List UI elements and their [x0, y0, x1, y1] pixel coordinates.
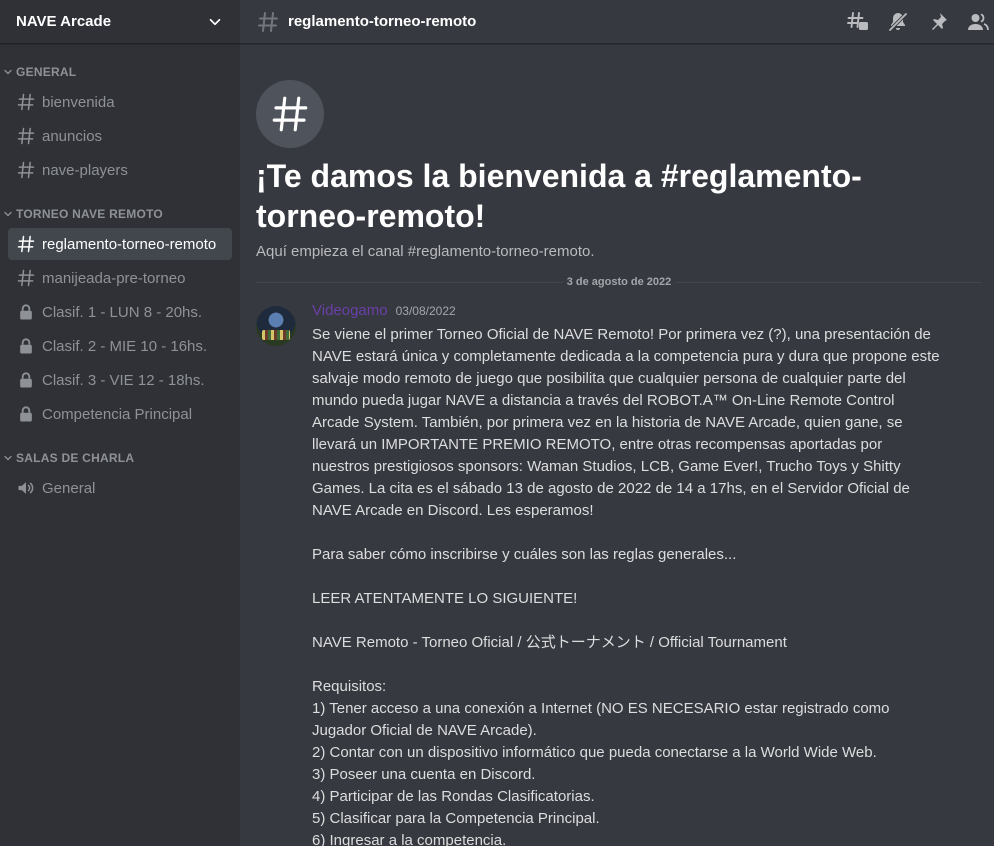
- channel-label: reglamento-torneo-remoto: [42, 235, 217, 253]
- category-label: GENERAL: [16, 65, 77, 79]
- category-label: TORNEO NAVE REMOTO: [16, 207, 164, 221]
- hash-icon: [256, 80, 324, 148]
- message-list: ¡Te damos la bienvenida a #reglamento-to…: [240, 44, 994, 846]
- channel-header: reglamento-torneo-remoto: [240, 0, 994, 44]
- hash-icon: [16, 234, 36, 254]
- category-label: SALAS DE CHARLA: [16, 451, 135, 465]
- lock-icon: [16, 336, 36, 356]
- channel-item[interactable]: Clasif. 2 - MIE 10 - 16hs.: [8, 330, 232, 362]
- channel-item[interactable]: manijeada-pre-torneo: [8, 262, 232, 294]
- message-body: Videogamo 03/08/2022 Se viene el primer …: [312, 302, 982, 846]
- hash-icon: [16, 92, 36, 112]
- channel-label: nave-players: [42, 161, 128, 179]
- channel-label: manijeada-pre-torneo: [42, 269, 186, 287]
- channel-welcome: ¡Te damos la bienvenida a #reglamento-to…: [256, 44, 982, 262]
- date-divider: 3 de agosto de 2022: [256, 274, 982, 290]
- chat-area: reglamento-torneo-remoto ¡Te damos la bi…: [240, 0, 994, 846]
- message-timestamp: 03/08/2022: [395, 304, 456, 318]
- channel-label: anuncios: [42, 127, 103, 145]
- speaker-icon: [16, 478, 36, 498]
- message-text: Se viene el primer Torneo Oficial de NAV…: [312, 326, 940, 846]
- channel-sidebar: NAVE Arcade GENERAL bienvenida anuncios nav…: [0, 0, 240, 846]
- channel-item[interactable]: bienvenida: [8, 86, 232, 118]
- welcome-title: ¡Te damos la bienvenida a #reglamento-to…: [256, 158, 862, 234]
- chevron-down-icon: [4, 455, 12, 461]
- header-toolbar: [846, 10, 990, 34]
- channel-item[interactable]: Competencia Principal: [8, 398, 232, 430]
- channel-label: Clasif. 3 - VIE 12 - 18hs.: [42, 371, 205, 389]
- channel-item[interactable]: Clasif. 1 - LUN 8 - 20hs.: [8, 296, 232, 328]
- server-name: NAVE Arcade: [16, 13, 112, 30]
- chevron-down-icon: [4, 211, 12, 217]
- lock-icon: [16, 370, 36, 390]
- message-author[interactable]: Videogamo: [312, 302, 388, 319]
- mute-icon[interactable]: [886, 10, 910, 34]
- channel-item[interactable]: Clasif. 3 - VIE 12 - 18hs.: [8, 364, 232, 396]
- channel-title: reglamento-torneo-remoto: [288, 13, 477, 30]
- channel-item[interactable]: General: [8, 472, 232, 504]
- lock-icon: [16, 302, 36, 322]
- avatar[interactable]: [256, 306, 296, 346]
- channel-item[interactable]: nave-players: [8, 154, 232, 186]
- category-gap: [0, 432, 232, 446]
- category-header[interactable]: TORNEO NAVE REMOTO: [0, 202, 232, 226]
- channel-item[interactable]: anuncios: [8, 120, 232, 152]
- members-icon[interactable]: [966, 10, 990, 34]
- channel-label: General: [42, 479, 96, 497]
- message-header: Videogamo 03/08/2022: [312, 302, 942, 324]
- threads-icon[interactable]: [846, 10, 870, 34]
- welcome-subtitle: Aquí empieza el canal #reglamento-torneo…: [256, 243, 595, 260]
- discord-window: NAVE Arcade GENERAL bienvenida anuncios nav…: [0, 0, 994, 846]
- lock-icon: [16, 404, 36, 424]
- category-header[interactable]: SALAS DE CHARLA: [0, 446, 232, 470]
- channel-label: Clasif. 1 - LUN 8 - 20hs.: [42, 303, 203, 321]
- channel-label: bienvenida: [42, 93, 115, 111]
- hash-icon: [258, 11, 278, 32]
- channel-list: GENERAL bienvenida anuncios nave-players TOR…: [0, 44, 240, 506]
- message: Videogamo 03/08/2022 Se viene el primer …: [256, 302, 982, 846]
- category-gap: [0, 188, 232, 202]
- pin-icon[interactable]: [926, 10, 950, 34]
- hash-icon: [16, 126, 36, 146]
- channel-label: Competencia Principal: [42, 405, 193, 423]
- channel-label: Clasif. 2 - MIE 10 - 16hs.: [42, 337, 208, 355]
- category-header[interactable]: GENERAL: [0, 60, 232, 84]
- channel-item[interactable]: reglamento-torneo-remoto: [8, 228, 232, 260]
- date-divider-label: 3 de agosto de 2022: [562, 276, 676, 288]
- chevron-down-icon: [209, 18, 221, 25]
- server-menu-button[interactable]: NAVE Arcade: [0, 0, 240, 44]
- chevron-down-icon: [4, 69, 12, 75]
- hash-icon: [16, 268, 36, 288]
- hash-icon: [16, 160, 36, 180]
